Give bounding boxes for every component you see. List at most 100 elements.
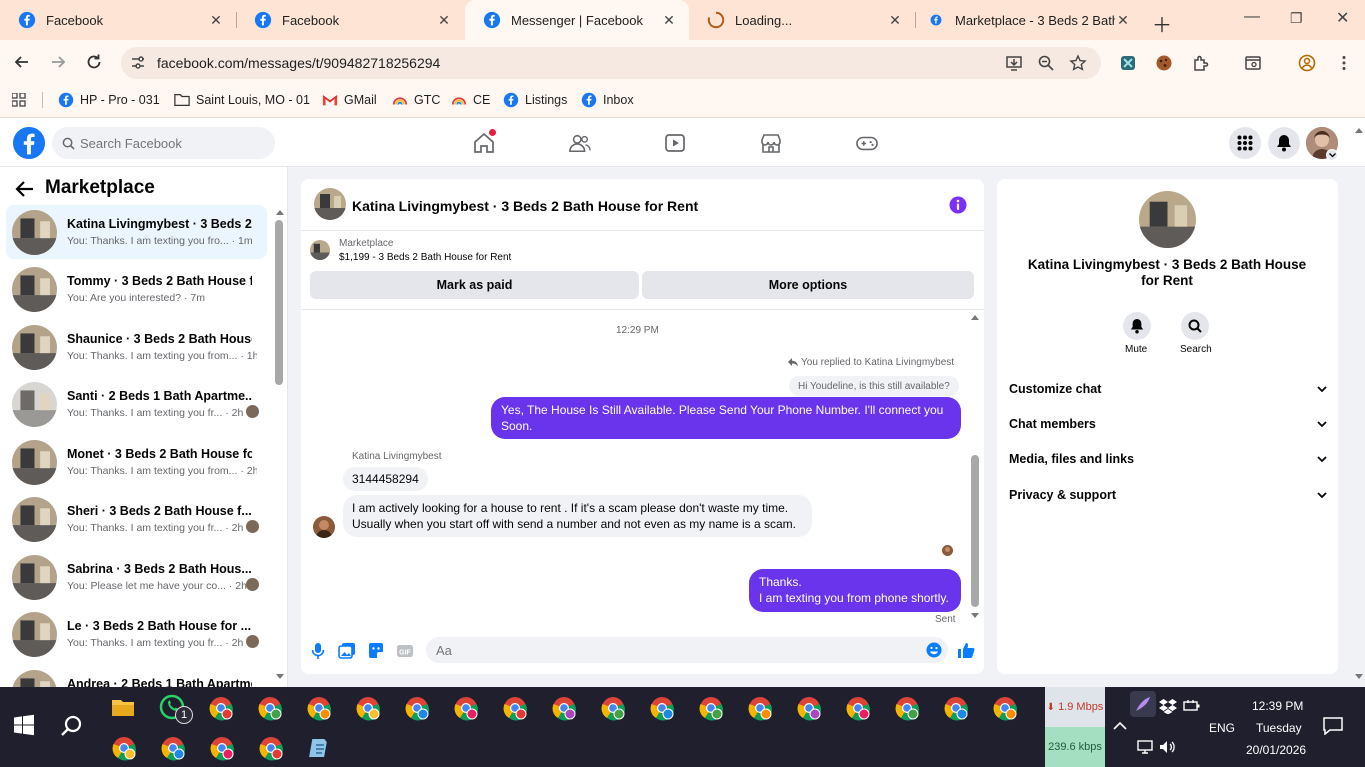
- extensions-puzzle-icon[interactable]: [1192, 54, 1210, 72]
- back-arrow-icon[interactable]: [15, 180, 35, 198]
- marketplace-icon[interactable]: [760, 132, 782, 154]
- new-tab-button[interactable]: ＋: [1152, 9, 1172, 38]
- info-icon[interactable]: [949, 196, 967, 214]
- scroll-down-icon[interactable]: [970, 612, 980, 620]
- gif-icon[interactable]: GIF: [396, 642, 414, 660]
- chat-members-row[interactable]: Chat members: [1009, 413, 1327, 435]
- close-tab-icon[interactable]: ✕: [436, 12, 452, 29]
- bookmark-hp-pro[interactable]: HP - Pro - 031: [58, 92, 160, 108]
- site-info-icon[interactable]: [129, 54, 147, 72]
- minimize-button[interactable]: —: [1244, 8, 1260, 26]
- volume-icon[interactable]: [1159, 740, 1177, 754]
- like-thumb-icon[interactable]: [957, 641, 975, 659]
- details-avatar[interactable]: [1139, 191, 1196, 248]
- chrome-icon[interactable]: [258, 735, 284, 761]
- dropbox-icon[interactable]: [1159, 698, 1177, 714]
- reload-icon[interactable]: [84, 52, 104, 72]
- page-scroll-up-icon[interactable]: [1354, 126, 1364, 134]
- conversation-item[interactable]: Santi · 2 Beds 1 Bath Apartme... You: Tha…: [6, 377, 267, 431]
- windows-start-icon[interactable]: [13, 714, 35, 736]
- url-text[interactable]: facebook.com/messages/t/909482718256294: [157, 55, 440, 71]
- tab-search-icon[interactable]: [1244, 54, 1262, 72]
- mark-as-paid-button[interactable]: Mark as paid: [310, 271, 639, 299]
- conversation-item[interactable]: Tommy · 3 Beds 2 Bath House f... You: Are…: [6, 262, 267, 316]
- chrome-icon[interactable]: [747, 695, 773, 721]
- bookmark-listings[interactable]: Listings: [503, 92, 567, 108]
- message-input[interactable]: [436, 637, 916, 663]
- file-explorer-icon[interactable]: [110, 694, 136, 720]
- conversation-item[interactable]: Le · 3 Beds 2 Bath House for ... You: Tha…: [6, 607, 267, 661]
- chrome-icon[interactable]: [796, 695, 822, 721]
- net-down-widget[interactable]: ⬇ 1.9 Mbps: [1045, 687, 1105, 727]
- clock-day[interactable]: Tuesday: [1256, 721, 1302, 735]
- chat-title[interactable]: Katina Livingmybest · 3 Beds 2 Bath Hous…: [352, 198, 698, 214]
- bookmark-inbox[interactable]: Inbox: [581, 92, 634, 108]
- chrome-icon[interactable]: [453, 695, 479, 721]
- clock-time[interactable]: 12:39 PM: [1252, 699, 1303, 713]
- zoom-icon[interactable]: [1037, 54, 1055, 72]
- privacy-support-row[interactable]: Privacy & support: [1009, 484, 1327, 506]
- chrome-icon[interactable]: [306, 695, 332, 721]
- page-scroll-down-icon[interactable]: [1354, 673, 1364, 681]
- customize-chat-row[interactable]: Customize chat: [1009, 378, 1327, 400]
- bookmark-star-icon[interactable]: [1069, 54, 1087, 72]
- chrome-icon[interactable]: [943, 695, 969, 721]
- browser-tab-messenger[interactable]: Messenger | Facebook ✕: [465, 0, 689, 40]
- facebook-search[interactable]: [52, 127, 275, 159]
- chevron-up-icon[interactable]: [1112, 720, 1128, 732]
- sender-avatar[interactable]: [313, 516, 335, 538]
- close-tab-icon[interactable]: ✕: [208, 12, 224, 29]
- close-tab-icon[interactable]: ✕: [1115, 12, 1131, 29]
- network-icon[interactable]: [1136, 740, 1154, 754]
- incoming-message[interactable]: I am actively looking for a house to ren…: [343, 495, 812, 537]
- restore-button[interactable]: ❐: [1290, 10, 1303, 27]
- bookmark-gtc[interactable]: GTC: [392, 92, 440, 108]
- search-icon[interactable]: [60, 714, 84, 738]
- bookmark-ce[interactable]: CE: [451, 92, 490, 108]
- browser-tab-4[interactable]: Loading... ✕: [689, 0, 915, 40]
- tray-feather-app[interactable]: [1130, 691, 1156, 717]
- emoji-icon[interactable]: [926, 642, 942, 658]
- back-icon[interactable]: [12, 52, 32, 72]
- message-composer[interactable]: [426, 637, 948, 663]
- chrome-icon[interactable]: [404, 695, 430, 721]
- media-files-links-row[interactable]: Media, files and links: [1009, 448, 1327, 470]
- conversation-item[interactable]: Monet · 3 Beds 2 Bath House fo... You: Th…: [6, 435, 267, 489]
- more-options-button[interactable]: More options: [642, 271, 974, 299]
- watch-video-icon[interactable]: [664, 132, 686, 154]
- close-tab-icon[interactable]: ✕: [887, 12, 903, 29]
- notification-center-icon[interactable]: [1323, 717, 1343, 735]
- bookmark-saint-louis[interactable]: Saint Louis, MO - 01: [174, 92, 310, 108]
- account-chevron[interactable]: [1326, 149, 1338, 161]
- notepad-icon[interactable]: [307, 735, 333, 761]
- list-scroll-down[interactable]: [275, 673, 285, 681]
- facebook-logo-icon[interactable]: [12, 126, 46, 160]
- outgoing-message[interactable]: Yes, The House Is Still Available. Pleas…: [491, 397, 961, 439]
- list-scrollbar[interactable]: [275, 220, 283, 385]
- listing-title[interactable]: $1,199 - 3 Beds 2 Bath House for Rent: [339, 252, 511, 263]
- conversation-item[interactable]: Sheri · 3 Beds 2 Bath House f... You: Tha…: [6, 492, 267, 546]
- menu-button[interactable]: [1229, 127, 1261, 159]
- chrome-icon[interactable]: [355, 695, 381, 721]
- conversation-item[interactable]: Shaunice · 3 Beds 2 Bath House ... You: T…: [6, 320, 267, 374]
- mute-button[interactable]: [1123, 312, 1151, 340]
- chrome-icon[interactable]: [160, 735, 186, 761]
- clock-date[interactable]: 20/01/2026: [1246, 743, 1306, 757]
- close-window-button[interactable]: ✕: [1336, 8, 1349, 28]
- chrome-icon[interactable]: [698, 695, 724, 721]
- profile-icon[interactable]: [1298, 54, 1316, 72]
- sticker-icon[interactable]: [367, 642, 385, 660]
- chat-header-avatar[interactable]: [314, 188, 346, 220]
- chat-scrollbar[interactable]: [971, 455, 979, 607]
- incoming-message[interactable]: 3144458294: [343, 467, 428, 491]
- cookie-extension-icon[interactable]: [1155, 54, 1173, 72]
- browser-tab-1[interactable]: Facebook ✕: [0, 0, 236, 40]
- forward-icon[interactable]: [48, 52, 68, 72]
- chrome-icon[interactable]: [502, 695, 528, 721]
- chrome-icon[interactable]: [992, 695, 1018, 721]
- close-tab-icon[interactable]: ✕: [661, 12, 677, 29]
- apps-grid-icon[interactable]: [12, 93, 26, 107]
- chrome-icon[interactable]: [600, 695, 626, 721]
- extension-icon[interactable]: [1119, 54, 1137, 72]
- list-scroll-up[interactable]: [275, 208, 285, 216]
